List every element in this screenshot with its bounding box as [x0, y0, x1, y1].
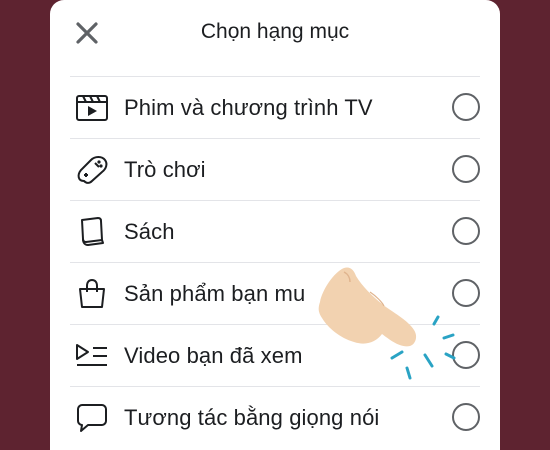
radio-button[interactable] [452, 403, 480, 431]
category-item-games[interactable]: Trò chơi [70, 138, 480, 200]
category-label: Tương tác bằng giọng nói [124, 404, 380, 430]
radio-button[interactable] [452, 155, 480, 183]
category-label: Trò chơi [124, 156, 206, 182]
gamepad-icon [72, 152, 112, 188]
category-item-videos-watched[interactable]: Video bạn đã xem [70, 324, 480, 386]
category-item-movies-tv[interactable]: Phim và chương trình TV [70, 76, 480, 138]
category-item-voice-interactions[interactable]: Tương tác bằng giọng nói [70, 386, 480, 448]
radio-button[interactable] [452, 93, 480, 121]
category-label: Sách [124, 218, 175, 244]
dialog-title: Chọn hạng mục [200, 20, 350, 43]
dialog-header: Chọn hạng mục [50, 0, 500, 70]
shopping-bag-icon [72, 276, 112, 312]
radio-button[interactable] [452, 217, 480, 245]
category-item-products[interactable]: Sản phẩm bạn mu [70, 262, 480, 324]
radio-button[interactable] [452, 341, 480, 369]
category-label: Sản phẩm bạn mu [124, 280, 306, 306]
speech-bubble-icon [72, 400, 112, 436]
radio-button[interactable] [452, 279, 480, 307]
category-item-books[interactable]: Sách [70, 200, 480, 262]
category-label: Video bạn đã xem [124, 342, 303, 368]
category-list: Phim và chương trình TV Trò chơi Sách Sả… [70, 76, 480, 448]
close-button[interactable] [72, 18, 102, 48]
close-icon [76, 22, 98, 44]
category-label: Phim và chương trình TV [124, 94, 373, 120]
book-icon [72, 214, 112, 250]
category-picker-sheet: Chọn hạng mục Phim và chương trình TV Tr… [50, 0, 500, 450]
film-icon [72, 90, 112, 126]
video-list-icon [72, 338, 112, 374]
